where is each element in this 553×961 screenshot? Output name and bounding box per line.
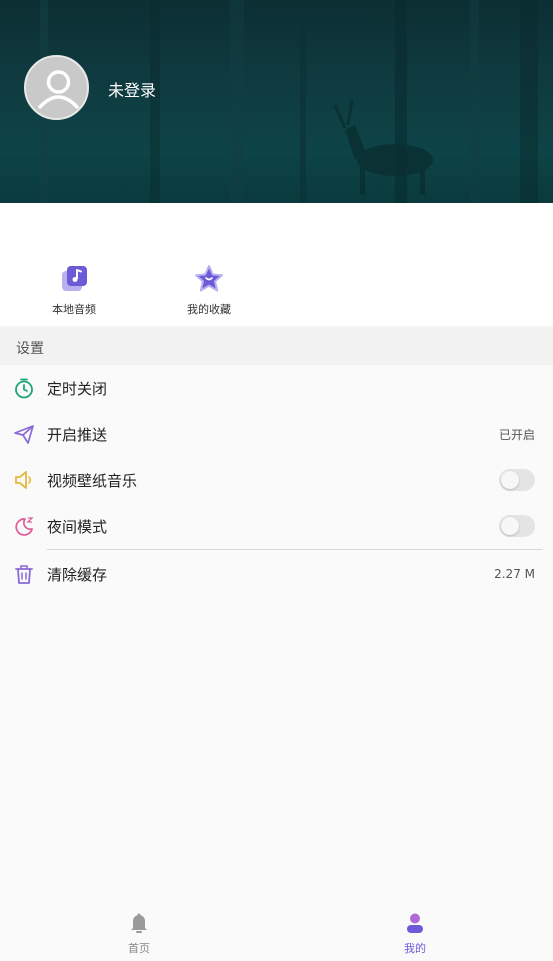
night-mode-label: 夜间模式 — [47, 517, 108, 536]
push-status-value: 已开启 — [498, 427, 535, 442]
bottom-nav: 首页 我的 — [0, 900, 553, 961]
timer-close-label: 定时关闭 — [47, 379, 108, 398]
bell-icon — [131, 913, 147, 933]
clear-cache-item[interactable]: 清除缓存 2.27 M — [0, 551, 553, 597]
profile-header: 未登录 — [0, 0, 553, 203]
timer-close-item[interactable]: 定时关闭 — [0, 365, 553, 411]
favorites-button[interactable]: 我的收藏 — [159, 263, 259, 317]
music-note-icon — [62, 266, 87, 291]
nav-home[interactable]: 首页 — [109, 912, 169, 956]
deer-silhouette — [333, 99, 433, 195]
clear-cache-label: 清除缓存 — [47, 565, 108, 584]
local-audio-label: 本地音频 — [52, 303, 96, 316]
send-icon — [14, 425, 34, 444]
settings-section-title: 设置 — [0, 327, 553, 365]
video-wallpaper-music-item: 视频壁纸音乐 — [0, 457, 553, 503]
settings-list: 定时关闭 开启推送 已开启 视频壁纸音乐 夜间模式 清除缓存 2.27 M — [0, 365, 553, 597]
push-notification-item[interactable]: 开启推送 已开启 — [0, 411, 553, 457]
speaker-icon — [15, 471, 32, 489]
star-icon — [195, 265, 223, 292]
push-notification-label: 开启推送 — [47, 425, 108, 444]
moon-icon — [15, 517, 34, 536]
video-wallpaper-music-label: 视频壁纸音乐 — [47, 471, 138, 490]
nav-home-label: 首页 — [128, 942, 150, 955]
favorites-label: 我的收藏 — [187, 303, 231, 316]
cache-size-value: 2.27 M — [494, 567, 535, 581]
trash-icon — [15, 565, 33, 584]
avatar[interactable] — [24, 55, 89, 120]
timer-icon — [15, 378, 33, 399]
video-wallpaper-music-toggle[interactable] — [499, 469, 535, 491]
night-mode-item: 夜间模式 — [0, 503, 553, 549]
night-mode-toggle[interactable] — [499, 515, 535, 537]
nav-mine-label: 我的 — [404, 942, 426, 955]
profile-icon — [407, 913, 423, 933]
login-status[interactable]: 未登录 — [108, 77, 156, 101]
quick-actions: 本地音频 我的收藏 — [0, 203, 553, 325]
local-audio-button[interactable]: 本地音频 — [24, 263, 124, 317]
nav-mine[interactable]: 我的 — [385, 912, 445, 956]
divider — [47, 549, 543, 550]
